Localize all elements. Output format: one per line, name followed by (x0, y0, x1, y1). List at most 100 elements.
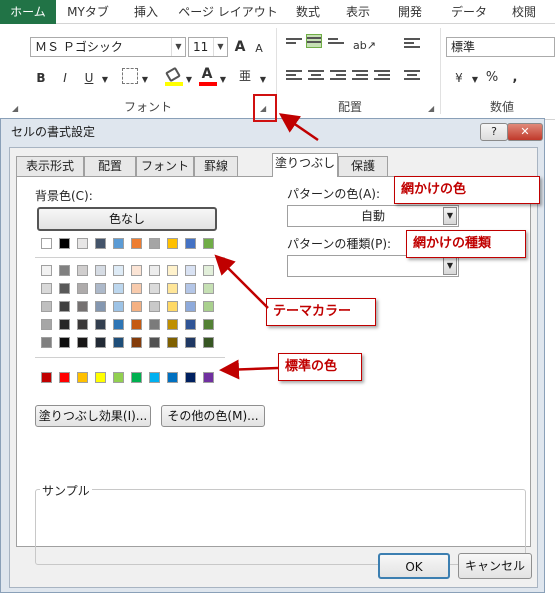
theme-shade-swatch[interactable] (185, 283, 196, 294)
phonetic-icon[interactable]: 亜 (236, 66, 254, 86)
comma-button[interactable]: , (508, 68, 522, 88)
grow-font-button[interactable]: A (232, 37, 248, 57)
font-color-button[interactable]: A (198, 64, 217, 86)
fill-effects-button[interactable]: 塗りつぶし効果(I)... (35, 405, 151, 427)
chevron-down-icon[interactable]: ▼ (443, 207, 457, 225)
tab-page-layout[interactable]: ページ レイアウト (176, 0, 280, 24)
theme-shade-swatch[interactable] (113, 319, 124, 330)
theme-shade-swatch[interactable] (167, 319, 178, 330)
shrink-font-button[interactable]: A (252, 39, 266, 59)
theme-shade-swatch[interactable] (167, 283, 178, 294)
theme-shade-swatch[interactable] (149, 319, 160, 330)
theme-color-swatch[interactable] (149, 238, 160, 249)
theme-shade-swatch[interactable] (203, 337, 214, 348)
tab-fill[interactable]: 塗りつぶし (272, 153, 338, 177)
standard-color-swatch[interactable] (149, 372, 160, 383)
align-right-icon[interactable] (330, 68, 346, 82)
theme-shade-swatch[interactable] (59, 337, 70, 348)
pattern-style-dropdown[interactable]: ▼ (287, 255, 459, 277)
align-left-icon[interactable] (286, 68, 302, 82)
theme-shade-swatch[interactable] (167, 301, 178, 312)
alignment-dialog-launcher-icon[interactable]: ◢ (428, 104, 438, 114)
theme-color-swatch[interactable] (203, 238, 214, 249)
no-color-button[interactable]: 色なし (37, 207, 217, 231)
theme-shade-swatch[interactable] (203, 265, 214, 276)
align-center-icon[interactable] (308, 68, 324, 82)
tab-number-format[interactable]: 表示形式 (16, 156, 84, 176)
theme-shade-swatch[interactable] (113, 337, 124, 348)
ok-button[interactable]: OK (378, 553, 450, 579)
standard-color-swatch[interactable] (41, 372, 52, 383)
theme-shade-swatch[interactable] (185, 265, 196, 276)
theme-shade-swatch[interactable] (185, 319, 196, 330)
wrap-text-icon[interactable] (404, 36, 420, 50)
bold-button[interactable]: B (32, 68, 50, 88)
theme-shade-swatch[interactable] (77, 319, 88, 330)
tab-my-tab[interactable]: MYタブ (60, 0, 116, 24)
theme-shade-swatch[interactable] (167, 337, 178, 348)
align-middle-icon[interactable] (306, 34, 322, 48)
theme-shade-swatch[interactable] (59, 301, 70, 312)
help-button[interactable]: ? (480, 123, 508, 141)
chevron-down-icon[interactable]: ▼ (140, 70, 150, 90)
chevron-down-icon[interactable]: ▼ (218, 70, 228, 90)
theme-shade-swatch[interactable] (113, 265, 124, 276)
more-colors-button[interactable]: その他の色(M)... (161, 405, 265, 427)
theme-shade-swatch[interactable] (113, 301, 124, 312)
orientation-icon[interactable]: ab↗ (352, 36, 376, 56)
theme-shade-swatch[interactable] (41, 265, 52, 276)
theme-shade-swatch[interactable] (59, 319, 70, 330)
theme-shade-swatch[interactable] (41, 301, 52, 312)
theme-shade-swatch[interactable] (77, 265, 88, 276)
tab-developer[interactable]: 開発 (390, 0, 430, 24)
theme-shade-swatch[interactable] (95, 337, 106, 348)
theme-color-swatch[interactable] (185, 238, 196, 249)
theme-shade-swatch[interactable] (131, 283, 142, 294)
decrease-indent-icon[interactable] (352, 68, 368, 82)
theme-shade-swatch[interactable] (149, 283, 160, 294)
pattern-color-dropdown[interactable]: 自動 ▼ (287, 205, 459, 227)
merge-center-icon[interactable] (404, 68, 420, 82)
tab-view[interactable]: 表示 (338, 0, 378, 24)
font-name-combo[interactable]: ＭＳ Ｐゴシック ▼ (30, 37, 186, 57)
theme-shade-swatch[interactable] (185, 337, 196, 348)
theme-shade-swatch[interactable] (95, 265, 106, 276)
theme-shade-swatch[interactable] (77, 301, 88, 312)
theme-shade-swatch[interactable] (77, 283, 88, 294)
align-top-icon[interactable] (286, 36, 302, 50)
standard-color-swatch[interactable] (203, 372, 214, 383)
font-size-combo[interactable]: 11 ▼ (188, 37, 228, 57)
standard-color-swatch[interactable] (77, 372, 88, 383)
theme-color-swatch[interactable] (77, 238, 88, 249)
tab-insert[interactable]: 挿入 (124, 0, 168, 24)
standard-color-swatch[interactable] (59, 372, 70, 383)
chevron-down-icon[interactable]: ▼ (100, 70, 110, 90)
number-format-combo[interactable]: 標準 (446, 37, 555, 57)
theme-shade-swatch[interactable] (131, 265, 142, 276)
theme-color-swatch[interactable] (41, 238, 52, 249)
tab-alignment[interactable]: 配置 (84, 156, 136, 176)
theme-shade-swatch[interactable] (41, 319, 52, 330)
theme-color-swatch[interactable] (95, 238, 106, 249)
tab-border[interactable]: 罫線 (194, 156, 238, 176)
close-button[interactable]: ✕ (507, 123, 543, 141)
theme-shade-swatch[interactable] (113, 283, 124, 294)
align-bottom-icon[interactable] (328, 36, 344, 50)
theme-shade-swatch[interactable] (131, 301, 142, 312)
theme-shade-swatch[interactable] (185, 301, 196, 312)
tab-home[interactable]: ホーム (0, 0, 56, 24)
chevron-down-icon[interactable]: ▼ (443, 257, 457, 275)
dialog-launcher-icon[interactable]: ◢ (12, 104, 22, 114)
theme-shade-swatch[interactable] (203, 283, 214, 294)
percent-button[interactable]: % (484, 68, 500, 88)
theme-color-swatch[interactable] (167, 238, 178, 249)
theme-shade-swatch[interactable] (95, 283, 106, 294)
theme-color-swatch[interactable] (59, 238, 70, 249)
theme-shade-swatch[interactable] (95, 319, 106, 330)
standard-color-swatch[interactable] (113, 372, 124, 383)
tab-data[interactable]: データ (444, 0, 494, 24)
fill-color-icon[interactable] (164, 66, 183, 86)
italic-button[interactable]: I (56, 68, 74, 88)
increase-indent-icon[interactable] (374, 68, 390, 82)
standard-color-swatch[interactable] (131, 372, 142, 383)
